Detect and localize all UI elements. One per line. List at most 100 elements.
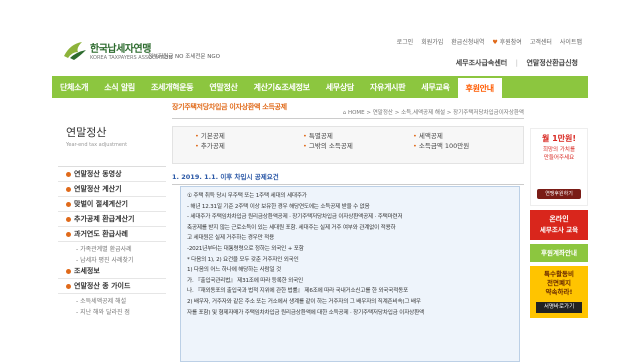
sidebar-item-label: 추가공제 환급계산기 [74, 215, 135, 223]
category-link[interactable]: 소득금액 100만원 [413, 141, 469, 151]
sidebar-item-label: 조세정보 [74, 267, 100, 275]
nav-item-board[interactable]: 자유게시판 [362, 82, 413, 93]
category-column: 기본공제 추가공제 [195, 131, 225, 151]
petition-banner[interactable]: 특수활동비 전면폐지 약속하라! 서명바로가기 [530, 266, 588, 318]
category-link[interactable]: 그밖의 소득공제 [303, 141, 353, 151]
signup-link[interactable]: 회원가입 [421, 37, 443, 46]
sidebar-item-label: 연말정산 종 가이드 [74, 282, 131, 290]
banner-text-line: 만들어주세요 [543, 155, 575, 161]
bullet-icon [66, 283, 71, 289]
category-link[interactable]: 특별공제 [303, 131, 353, 141]
banner-text: 특수활동비 전면폐지 약속하라! [530, 270, 588, 297]
text-line: ① 주택 취득 당시 무주택 또는 1주택 세대의 세대주가 [187, 193, 307, 199]
support-label: 후원참여 [499, 39, 522, 46]
text-line: - 해년 12.31일 기준 2주택 이상 보유한 경우 해당연도에는 소득공제… [187, 203, 370, 210]
nav-item-year-end[interactable]: 연말정산 [201, 82, 245, 93]
deduction-category-box: 기본공제 추가공제 특별공제 그밖의 소득공제 세액공제 소득금액 100만원 [172, 126, 524, 164]
main-nav: 단체소개 소식 알림 조세개혁운동 연말정산 계산기&조세정보 세무상담 자유게… [52, 76, 588, 98]
logo-name: 한국납세자연맹 [90, 44, 151, 55]
utility-nav: 로그인 회원가입 환급신청내역 ♥ 후원참여 고객센터 사이트맵 [397, 37, 582, 46]
text-line: 나. 『재외동포의 출입국과 법적 지위에 관한 법률』 제6조에 따라 국내거… [187, 288, 409, 295]
sidebar-subitem-changes[interactable]: - 지난 해와 달라진 점 [58, 305, 166, 316]
text-line: 자를 포함) 및 형제자매가 주택임차차입금 원리금상환액에 대한 소득공제 ·… [187, 309, 424, 316]
sidebar-subitem-taxpayer[interactable]: - 납세자 평진 사례찾기 [58, 253, 166, 264]
divider: | [515, 59, 519, 67]
nav-item-donation[interactable]: 후원안내 [457, 76, 502, 98]
banner-text-line: 희망의 가치를 [542, 147, 576, 153]
site-logo[interactable]: 한국납세자연맹 KOREA TAXPAYERS ASSOCIATION 정부지원… [62, 38, 222, 68]
sidebar-subitem-family[interactable]: - 가족관계별 환급사례 [58, 242, 166, 253]
sidebar-item-label: 과거연도 환급사례 [74, 230, 128, 238]
right-banners: 월 1만원! 희망의 가치를 만들어주세요 연맹후원하기 온라인 세무조사 교육… [530, 128, 588, 318]
sidebar-title: 연말정산 [66, 126, 107, 139]
breadcrumb-text[interactable]: HOME > 연말정산 > 소득,세액공제 해설 > 장기주택저당차입금이자상환… [348, 110, 524, 116]
main-content: 장기주택저당차입금 이자상환액 소득공제 ⌂ HOME > 연말정산 > 소득,… [172, 100, 524, 362]
banner-text: 희망의 가치를 만들어주세요 [531, 146, 587, 162]
nav-item-reform[interactable]: 조세개혁운동 [143, 82, 201, 93]
donate-button[interactable]: 연맹후원하기 [537, 189, 581, 199]
text-line: 가. 『출입국관리법』 제31조에 따라 등록한 외국인 [187, 277, 304, 284]
customer-center-link[interactable]: 고객센터 [530, 37, 552, 46]
section-heading: 1. 2019. 1.1. 이후 차입시 공제요건 [172, 171, 524, 185]
sidebar-item-label: 맞벌이 절세계산기 [74, 200, 128, 208]
sidebar-item-tax-info[interactable]: 조세정보 [58, 264, 166, 279]
nav-item-about[interactable]: 단체소개 [52, 82, 96, 93]
donation-banner[interactable]: 월 1만원! 희망의 가치를 만들어주세요 연맹후원하기 [530, 128, 588, 206]
sitemap-link[interactable]: 사이트맵 [560, 37, 582, 46]
category-link[interactable]: 세액공제 [413, 131, 469, 141]
refund-history-link[interactable]: 환급신청내역 [451, 37, 484, 46]
logo-tagline: 정부지원금 NO 조세전문 NGO [148, 54, 220, 60]
text-line: 1) 다음의 어느 하나에 해당하는 사람일 것 [187, 267, 281, 274]
category-column: 특별공제 그밖의 소득공제 [303, 131, 353, 151]
requirements-box: ① 주택 취득 당시 무주택 또는 1주택 세대의 세대주가 - 해년 12.3… [180, 186, 520, 362]
sidebar-subitem-deduction[interactable]: - 소득세액공제 해설 [58, 294, 166, 305]
banner-line: 온라인 [549, 215, 569, 223]
sidebar-menu: 연말정산 동영상 연말정산 계산기 맞벌이 절세계산기 추가공제 환급계산기 과… [58, 166, 166, 316]
account-info-banner[interactable]: 후원계좌안내 [530, 244, 588, 262]
sidebar-item-dual-income[interactable]: 맞벌이 절세계산기 [58, 197, 166, 212]
text-line: 축공제를 받지 않는 근로소득이 있는 세대원 포함. 세대주는 실제 거주 여… [187, 224, 396, 231]
divider [172, 118, 524, 119]
sub-nav: 세무조사급속센터 | 연말정산환급신청 [456, 58, 578, 68]
page: 한국납세자연맹 KOREA TAXPAYERS ASSOCIATION 정부지원… [52, 32, 588, 362]
bullet-icon [66, 216, 71, 222]
sidebar-subtitle: Year-end tax adjustment [66, 142, 128, 148]
banner-text-line: 약속하라! [545, 288, 573, 296]
sidebar-item-guide[interactable]: 연말정산 종 가이드 [58, 279, 166, 294]
banner-text-line: 특수활동비 [544, 270, 574, 278]
nav-item-news[interactable]: 소식 알림 [96, 82, 143, 93]
bird-logo-icon [64, 42, 86, 60]
sidebar: 연말정산 Year-end tax adjustment 연말정산 동영상 연말… [58, 108, 166, 362]
bullet-icon [66, 201, 71, 207]
text-line: * 다음의 1), 2) 요건을 모두 갖춘 거주자인 외국인 [187, 256, 299, 263]
support-link[interactable]: ♥ 후원참여 [492, 37, 521, 46]
bullet-icon [66, 186, 71, 192]
breadcrumb: ⌂ HOME > 연말정산 > 소득,세액공제 해설 > 장기주택저당차입금이자… [343, 108, 524, 116]
banner-text-line: 전면폐지 [547, 279, 571, 287]
category-link[interactable]: 기본공제 [195, 131, 225, 141]
bullet-icon [66, 231, 71, 237]
nav-item-education[interactable]: 세무교육 [413, 82, 457, 93]
banner-line: 세무조사 교육 [539, 226, 579, 234]
text-line: 2) 배우자, 거주자와 같은 주소 또는 거소에서 생계를 같이 하는 거주자… [187, 298, 421, 305]
bullet-icon [66, 268, 71, 274]
year-end-refund-link[interactable]: 연말정산환급신청 [526, 59, 578, 67]
bullet-icon [66, 171, 71, 177]
sidebar-item-video[interactable]: 연말정산 동영상 [58, 167, 166, 182]
sidebar-item-extra-deduction[interactable]: 추가공제 환급계산기 [58, 212, 166, 227]
sidebar-item-label: 연말정산 동영상 [74, 170, 122, 178]
sign-button[interactable]: 서명바로가기 [536, 302, 582, 313]
nav-item-consulting[interactable]: 세무상담 [318, 82, 362, 93]
home-icon: ⌂ [342, 110, 347, 116]
login-link[interactable]: 로그인 [397, 37, 414, 46]
category-link[interactable]: 추가공제 [195, 141, 225, 151]
category-column: 세액공제 소득금액 100만원 [413, 131, 469, 151]
nav-item-calculator[interactable]: 계산기&조세정보 [246, 82, 318, 93]
sidebar-item-past-cases[interactable]: 과거연도 환급사례 [58, 227, 166, 242]
tax-audit-center-link[interactable]: 세무조사급속센터 [456, 59, 508, 67]
sidebar-item-calculator[interactable]: 연말정산 계산기 [58, 182, 166, 197]
text-line: -2021년부터는 대통령령으로 정하는 외국인 + 포함 [187, 245, 304, 252]
text-line: 고 세대원은 실제 거주하는 경우만 적용 [187, 235, 275, 242]
online-education-banner[interactable]: 온라인 세무조사 교육 [530, 210, 588, 240]
text-line: - 세대주가 주택임차차입금 원리금상환액공제 · 장기주택저당차입금 이자상환… [187, 214, 403, 221]
